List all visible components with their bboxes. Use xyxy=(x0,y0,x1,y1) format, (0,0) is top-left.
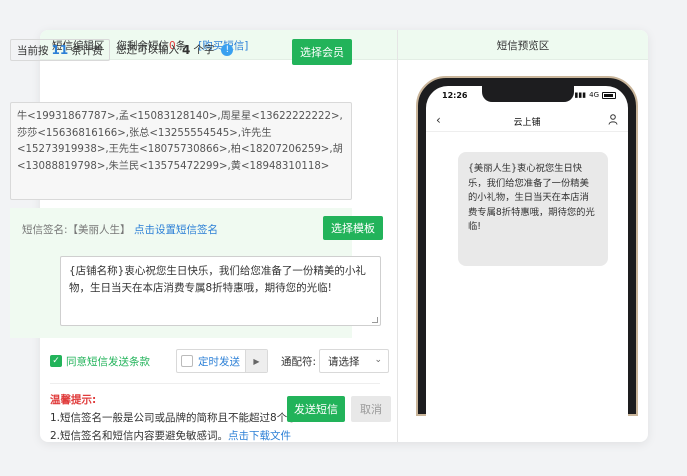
schedule-checkbox[interactable] xyxy=(181,355,193,367)
play-icon[interactable]: ▶ xyxy=(245,350,267,372)
phone-screen: 12:26 ▮▮▮ 4G ‹ 云上铺 {美丽人生}衷心祝您生日快乐，我们给您准备… xyxy=(426,86,628,416)
user-icon[interactable] xyxy=(608,114,618,128)
cancel-button[interactable]: 取消 xyxy=(351,396,391,422)
send-sms-button[interactable]: 发送短信 xyxy=(287,396,345,422)
chat-nav: ‹ 云上铺 xyxy=(426,110,628,132)
select-member-button[interactable]: 选择会员 xyxy=(292,39,352,65)
set-signature-link[interactable]: 点击设置短信签名 xyxy=(134,222,218,237)
preview-pointer xyxy=(398,220,406,236)
chat-title: 云上铺 xyxy=(513,118,541,128)
schedule-label[interactable]: 定时发送 xyxy=(198,354,245,369)
select-template-button[interactable]: 选择模板 xyxy=(323,216,383,240)
battery-icon xyxy=(602,91,616,99)
column-divider xyxy=(397,30,398,442)
signal-icon: ▮▮▮ xyxy=(574,91,587,99)
agree-checkbox[interactable]: ✓ xyxy=(50,355,62,367)
message-text: {店铺名称}衷心祝您生日快乐，我们给您准备了一份精美的小礼物，生日当天在本店消费… xyxy=(69,265,366,294)
phone-notch xyxy=(482,86,574,102)
wildcard-value: 请选择 xyxy=(328,355,360,368)
wildcard-select[interactable]: 请选择 ⌄ xyxy=(319,349,389,373)
agree-label[interactable]: 同意短信发送条款 xyxy=(66,354,150,369)
info-icon[interactable]: ! xyxy=(221,43,234,56)
tip-1: 1.短信签名一般是公司或品牌的简称且不能超过8个字, xyxy=(50,412,302,424)
wildcard-label: 通配符: xyxy=(281,356,317,368)
divider xyxy=(50,383,380,384)
download-file-link[interactable]: 点击下载文件 xyxy=(228,430,291,442)
agree-terms[interactable]: ✓ 同意短信发送条款 xyxy=(50,350,150,372)
billing-count: 11 xyxy=(51,43,69,57)
tips-title: 温馨提示: xyxy=(50,394,97,406)
status-time: 12:26 xyxy=(442,91,468,100)
resize-handle-icon[interactable] xyxy=(372,317,378,323)
remaining-chars: 您还可以输入 4 个字 ! xyxy=(116,42,234,57)
recipients-textarea[interactable]: 牛<19931867787>,孟<15083128140>,周星星<136222… xyxy=(10,102,352,200)
preview-title: 短信预览区 xyxy=(496,39,550,52)
billing-count-box: 当前按 11 条计费 xyxy=(10,39,110,61)
message-textarea[interactable]: {店铺名称}衷心祝您生日快乐，我们给您准备了一份精美的小礼物，生日当天在本店消费… xyxy=(60,256,381,326)
chevron-down-icon: ⌄ xyxy=(374,355,382,365)
signature-label: 短信签名:【美丽人生】 xyxy=(22,224,131,236)
network-label: 4G xyxy=(589,91,599,99)
schedule-send[interactable]: 定时发送 ▶ xyxy=(176,349,268,373)
status-indicators: ▮▮▮ 4G xyxy=(575,91,616,99)
message-bubble: {美丽人生}衷心祝您生日快乐，我们给您准备了一份精美的小礼物，生日当天在本店消费… xyxy=(458,152,608,266)
phone-mockup: 12:26 ▮▮▮ 4G ‹ 云上铺 {美丽人生}衷心祝您生日快乐，我们给您准备… xyxy=(416,76,638,416)
tip-2: 2.短信签名和短信内容要避免敏感词。点击下载文件 xyxy=(50,430,292,442)
remaining-chars-count: 4 xyxy=(182,42,191,57)
